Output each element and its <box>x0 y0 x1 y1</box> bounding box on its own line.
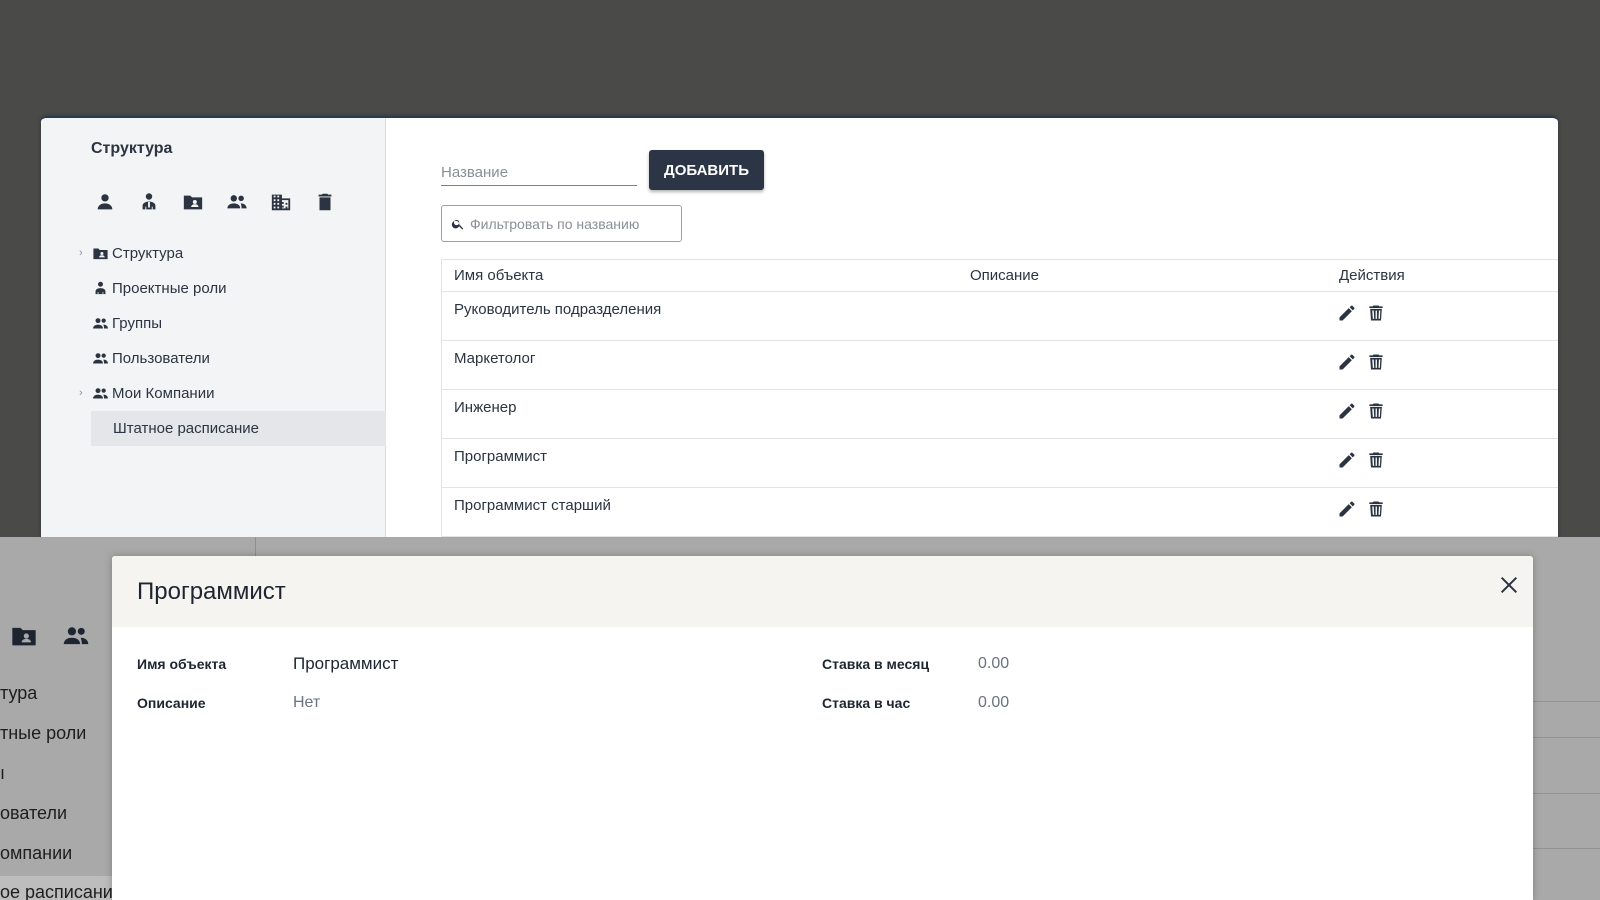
row-name: Программист <box>454 448 547 465</box>
trash-icon[interactable] <box>1366 401 1386 421</box>
backdrop-item: ое расписание <box>0 882 123 900</box>
hourly-rate-value: 0.00 <box>978 694 1010 711</box>
name-value: Программист <box>293 654 399 673</box>
edit-icon[interactable] <box>1337 303 1357 323</box>
edit-icon[interactable] <box>1337 352 1357 372</box>
backdrop-item: омпании <box>0 843 73 863</box>
tree-item-label: Пользователи <box>112 350 210 367</box>
tree-item-label: Проектные роли <box>112 280 227 297</box>
table-row[interactable]: Программист старший <box>442 488 1558 537</box>
tree-item-users[interactable]: Пользователи <box>41 341 386 376</box>
group-icon <box>93 318 108 329</box>
edit-icon[interactable] <box>1337 499 1357 519</box>
structure-tree: › Структура Проектные роли Группы Пользо… <box>41 236 386 446</box>
row-actions <box>1337 401 1386 421</box>
table-row[interactable]: Инженер <box>442 390 1558 439</box>
sidebar-title: Структура <box>91 140 173 157</box>
trash-icon[interactable] <box>1366 303 1386 323</box>
row-name: Инженер <box>454 399 517 416</box>
backdrop-item: тные роли <box>0 723 87 743</box>
add-button[interactable]: ДОБАВИТЬ <box>649 150 764 190</box>
hourly-rate-label: Ставка в час <box>822 695 911 711</box>
row-name: Руководитель подразделения <box>454 301 662 318</box>
tree-item-label: Мои Компании <box>112 385 215 402</box>
project-role-icon <box>95 281 106 295</box>
person-icon[interactable] <box>83 190 127 214</box>
monthly-rate-value: 0.00 <box>978 655 1010 672</box>
structure-window: Структура › Структура Проектные роли Гру… <box>41 116 1558 537</box>
backdrop-divider <box>255 537 256 557</box>
close-icon <box>1500 576 1518 594</box>
column-header-name[interactable]: Имя объекта <box>454 267 543 284</box>
filter-input[interactable] <box>470 215 670 232</box>
trash-icon[interactable] <box>303 190 347 214</box>
backdrop-item: ователи <box>0 803 67 823</box>
details-modal: Программист Имя объекта Программист Опис… <box>112 556 1533 900</box>
tree-item-label: Штатное расписание <box>113 420 260 437</box>
folder-contact-icon[interactable] <box>171 190 215 214</box>
row-actions <box>1337 450 1386 470</box>
name-input[interactable] <box>441 154 637 186</box>
row-actions <box>1337 303 1386 323</box>
backdrop-item: ı <box>0 763 6 783</box>
building-icon[interactable] <box>259 190 303 214</box>
tree-item-groups[interactable]: Группы <box>41 306 386 341</box>
row-actions <box>1337 352 1386 372</box>
table-row[interactable]: Руководитель подразделения <box>442 292 1558 341</box>
row-name: Маркетолог <box>454 350 536 367</box>
description-label: Описание <box>137 695 206 711</box>
modal-title: Программист <box>137 578 286 605</box>
objects-table: Имя объекта Описание Действия Руководите… <box>441 259 1558 537</box>
row-actions <box>1337 499 1386 519</box>
table-row[interactable]: Маркетолог <box>442 341 1558 390</box>
sidebar-toolbar <box>83 190 347 214</box>
folder-contact-icon <box>12 627 36 646</box>
name-label: Имя объекта <box>137 656 227 672</box>
table-header: Имя объекта Описание Действия <box>442 260 1558 292</box>
backdrop-toolbar <box>10 622 90 650</box>
edit-icon[interactable] <box>1337 450 1357 470</box>
backdrop-item: тура <box>0 683 38 703</box>
monthly-rate-label: Ставка в месяц <box>822 656 930 672</box>
trash-icon[interactable] <box>1366 499 1386 519</box>
column-header-description[interactable]: Описание <box>970 267 1039 284</box>
tree-item-my-companies[interactable]: › Мои Компании <box>41 376 386 411</box>
modal-header: Программист <box>112 556 1533 627</box>
tree-item-project-roles[interactable]: Проектные роли <box>41 271 386 306</box>
chevron-right-icon[interactable]: › <box>79 387 83 399</box>
group-icon <box>93 353 108 364</box>
table-row[interactable]: Программист <box>442 439 1558 488</box>
description-value: Нет <box>293 694 321 711</box>
column-header-actions: Действия <box>1339 267 1405 284</box>
tree-item-label: Структура <box>112 245 184 262</box>
folder-contact-icon <box>93 248 108 260</box>
filter-field[interactable] <box>441 205 682 242</box>
project-role-icon[interactable] <box>127 190 171 214</box>
chevron-right-icon[interactable]: › <box>79 247 83 259</box>
trash-icon[interactable] <box>1366 352 1386 372</box>
search-icon <box>451 219 464 230</box>
group-icon[interactable] <box>215 190 259 214</box>
main-panel: ДОБАВИТЬ Имя объекта Описание Действия Р… <box>386 118 1558 537</box>
row-name: Программист старший <box>454 497 611 514</box>
close-button[interactable] <box>1495 571 1523 599</box>
edit-icon[interactable] <box>1337 401 1357 421</box>
trash-icon[interactable] <box>1366 450 1386 470</box>
group-icon <box>63 627 89 645</box>
tree-item-staff-schedule[interactable]: Штатное расписание <box>91 411 386 446</box>
tree-item-label: Группы <box>112 315 162 332</box>
tree-item-structure[interactable]: › Структура <box>41 236 386 271</box>
group-icon <box>93 388 108 399</box>
sidebar: Структура › Структура Проектные роли Гру… <box>41 118 386 537</box>
